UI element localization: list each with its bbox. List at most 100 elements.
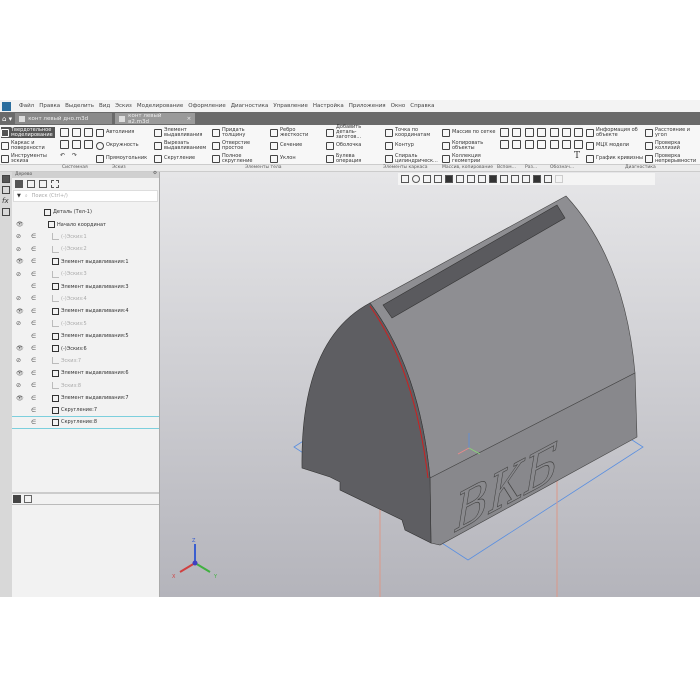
include-icon[interactable]: ∈ [31, 419, 36, 426]
tool-extrude[interactable]: Элемент выдавливания [154, 127, 209, 138]
tree-row[interactable]: 👁 Начало координат [12, 218, 159, 230]
dimension-icon[interactable] [525, 140, 534, 149]
menu-apps[interactable]: Приложения [349, 103, 386, 109]
menu-window[interactable]: Окно [391, 103, 406, 109]
close-tab-icon[interactable]: × [187, 116, 192, 122]
visibility-icon[interactable]: 👁 [16, 345, 24, 352]
tool-thicken[interactable]: Придать толщину [212, 127, 264, 138]
tool-contour[interactable]: Контур [385, 140, 440, 151]
gear-icon[interactable]: ⚙ [153, 171, 157, 176]
include-icon[interactable]: ∈ [31, 370, 36, 377]
include-icon[interactable]: ∈ [31, 320, 36, 327]
tree-tab-icon[interactable] [13, 495, 21, 503]
tool-shell[interactable]: Оболочка [326, 140, 381, 151]
print-icon[interactable] [60, 140, 69, 149]
tree-row[interactable]: ∈ Скругление:7 [12, 404, 159, 417]
visibility-icon[interactable]: 👁 [16, 221, 24, 228]
tool-section[interactable]: Сечение [270, 140, 322, 151]
table-tab-icon[interactable] [24, 495, 32, 503]
tree-row[interactable]: ⊘ ∈ (-)Эскиз:3 [12, 268, 159, 280]
tool-mass-properties[interactable]: МЦХ модели [586, 140, 644, 151]
designation-icon[interactable] [574, 128, 583, 137]
tree-row[interactable]: ∈ Элемент выдавливания:5 [12, 330, 159, 342]
menu-file[interactable]: Файл [19, 103, 34, 109]
tree-row[interactable]: ⊘ ∈ Эскиз:8 [12, 380, 159, 392]
mode-solid[interactable]: Твердотельное моделирование [1, 127, 55, 138]
menu-sketch[interactable]: Эскиз [115, 103, 132, 109]
tool-curvature-graph[interactable]: График кривизны [586, 153, 644, 164]
include-icon[interactable]: ∈ [31, 258, 36, 265]
visibility-icon[interactable]: 👁 [16, 395, 24, 402]
redo-icon[interactable]: ↷ [72, 152, 81, 161]
tree-structure-icon[interactable] [15, 180, 23, 188]
dimension-icon[interactable] [525, 128, 534, 137]
filter-icon[interactable]: ▼ [17, 193, 21, 199]
tool-fillet[interactable]: Скругление [154, 153, 209, 164]
visibility-icon[interactable]: ⊘ [16, 382, 24, 389]
model-canvas[interactable]: ВКБ Z X Y [160, 172, 700, 597]
tree-row[interactable]: ∈ Элемент выдавливания:3 [12, 280, 159, 292]
tool-add-blank[interactable]: Добавить деталь-заготов... [326, 125, 381, 140]
tree-row[interactable]: ∈ Скругление:8 [12, 417, 159, 430]
visibility-icon[interactable]: 👁 [16, 258, 24, 265]
menu-select[interactable]: Выделить [65, 103, 94, 109]
tree-components-icon[interactable] [39, 180, 47, 188]
tool-draft[interactable]: Уклон [270, 153, 322, 164]
include-icon[interactable]: ∈ [31, 395, 36, 402]
tree-row[interactable]: ⊘ ∈ (-)Эскиз:1 [12, 231, 159, 243]
designation-icon[interactable] [562, 128, 571, 137]
tab-doc-1[interactable]: конт левый дно.m3d [15, 113, 113, 124]
tab-doc-2[interactable]: конт левый в2.m3d × [115, 113, 196, 125]
designation-icon[interactable] [562, 140, 571, 149]
menu-drafting[interactable]: Оформление [188, 103, 226, 109]
designation-icon[interactable] [550, 140, 559, 149]
mode-sketch-tools[interactable]: Инструменты эскиза [1, 153, 55, 164]
visibility-icon[interactable]: 👁 [16, 370, 24, 377]
dimension-icon[interactable] [537, 140, 546, 149]
menu-settings[interactable]: Настройка [313, 103, 344, 109]
include-icon[interactable]: ∈ [31, 345, 36, 352]
save-icon[interactable] [84, 128, 93, 137]
tree-search-input[interactable]: ▼ ⌕ Поиск (Ctrl+/) [13, 190, 158, 202]
mode-surfaces[interactable]: Каркас и поверхности [1, 140, 55, 151]
menu-help[interactable]: Справка [410, 103, 434, 109]
tree-row[interactable]: ⊘ ∈ Эскиз:7 [12, 355, 159, 367]
dimension-icon[interactable] [537, 128, 546, 137]
designation-icon[interactable] [574, 140, 583, 149]
tool-distance-angle[interactable]: Расстояние и угол [645, 127, 700, 138]
menu-edit[interactable]: Правка [39, 103, 60, 109]
tree-row[interactable]: 👁 ∈ (-)Эскиз:6 [12, 342, 159, 354]
aux-axis-icon[interactable] [512, 128, 521, 137]
tree-panel-icon[interactable] [2, 175, 10, 183]
tool-boolean[interactable]: Булева операция [326, 153, 381, 164]
tool-object-info[interactable]: Информация об объекте [586, 127, 644, 138]
aux-plane-icon[interactable] [500, 128, 509, 137]
tool-helix[interactable]: Спираль цилиндрическ... [385, 153, 440, 164]
tool-collision-check[interactable]: Проверка коллизий [645, 140, 700, 151]
tool-cut-extrude[interactable]: Вырезать выдавливанием [154, 140, 209, 151]
properties-panel-icon[interactable] [2, 186, 10, 194]
include-icon[interactable]: ∈ [31, 233, 36, 240]
visibility-icon[interactable]: ⊘ [16, 320, 24, 327]
properties-icon[interactable] [84, 140, 93, 149]
tool-copy-objects[interactable]: Копировать объекты [442, 140, 496, 151]
tree-row[interactable]: 👁 ∈ Элемент выдавливания:6 [12, 367, 159, 379]
tree-row[interactable]: ⊘ ∈ (-)Эскиз:2 [12, 243, 159, 255]
visibility-icon[interactable]: ⊘ [16, 233, 24, 240]
include-icon[interactable]: ∈ [31, 333, 36, 340]
tool-continuity-check[interactable]: Проверка непрерывности [645, 153, 700, 164]
tree-row[interactable]: ⊘ ∈ (-)Эскиз:4 [12, 293, 159, 305]
tool-point-coords[interactable]: Точка по координатам [385, 127, 440, 138]
tool-grid-array[interactable]: Массив по сетке [442, 127, 496, 138]
include-icon[interactable]: ∈ [31, 246, 36, 253]
tool-rib[interactable]: Ребро жесткости [270, 127, 322, 138]
aux-icon[interactable] [512, 140, 521, 149]
tool-circle[interactable]: Окружность [96, 140, 147, 151]
tool-autoline[interactable]: Автолиния [96, 127, 147, 138]
include-icon[interactable]: ∈ [31, 407, 36, 414]
visibility-icon[interactable]: ⊘ [16, 271, 24, 278]
text-icon[interactable]: T [574, 152, 583, 161]
tree-row[interactable]: 👁 ∈ Элемент выдавливания:1 [12, 256, 159, 268]
include-icon[interactable]: ∈ [31, 271, 36, 278]
preview-icon[interactable] [72, 140, 81, 149]
